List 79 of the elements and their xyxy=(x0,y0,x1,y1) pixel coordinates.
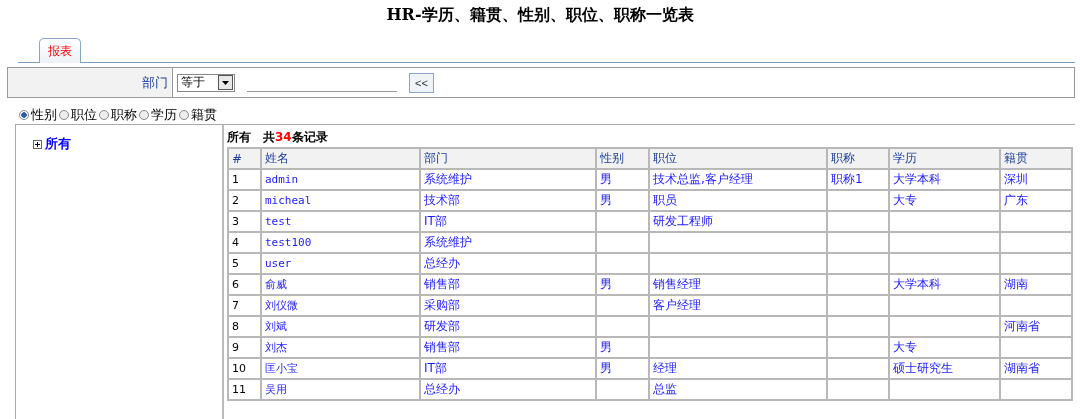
table-cell: 男 xyxy=(600,361,612,375)
table-cell: 匡小宝 xyxy=(265,362,298,375)
row-number: 3 xyxy=(232,215,239,228)
table-cell: 职称1 xyxy=(831,172,863,186)
collapse-button[interactable]: << xyxy=(409,72,434,93)
table-cell: 销售部 xyxy=(424,340,460,354)
table-cell: 刘仪微 xyxy=(265,299,298,312)
table-cell: 研发工程师 xyxy=(653,214,713,228)
table-cell: 河南省 xyxy=(1004,319,1040,333)
table-cell: 客户经理 xyxy=(653,298,701,312)
table-cell: 男 xyxy=(600,340,612,354)
row-number: 6 xyxy=(232,278,239,291)
column-header: 职位 xyxy=(649,148,827,169)
row-number: 5 xyxy=(232,257,239,270)
column-header: 性别 xyxy=(596,148,649,169)
table-cell: 大专 xyxy=(893,340,917,354)
table-cell: 职员 xyxy=(653,193,677,207)
table-cell: IT部 xyxy=(424,361,447,375)
group-radio[interactable]: 职称 xyxy=(99,105,137,124)
group-radio[interactable]: 籍贯 xyxy=(179,105,217,124)
table-cell: 系统维护 xyxy=(424,235,472,249)
table-cell: 大专 xyxy=(893,193,917,207)
row-number: 8 xyxy=(232,320,239,333)
table-cell: micheal xyxy=(265,194,312,207)
table-cell: 销售经理 xyxy=(653,277,701,291)
table-cell: 刘杰 xyxy=(265,341,287,354)
row-number: 10 xyxy=(232,362,246,375)
page-title: HR-学历、籍贯、性别、职位、职称一览表 xyxy=(385,4,695,26)
table-cell: 总经办 xyxy=(424,382,460,396)
table-cell: test xyxy=(265,215,292,228)
table-cell: 采购部 xyxy=(424,298,460,312)
table-cell: 总监 xyxy=(653,382,677,396)
group-radio[interactable]: 职位 xyxy=(59,105,97,124)
row-number: 9 xyxy=(232,341,239,354)
column-header: 籍贯 xyxy=(1000,148,1072,169)
column-header: 姓名 xyxy=(261,148,420,169)
operator-dropdown[interactable]: 等于 xyxy=(177,73,235,92)
caret-icon xyxy=(218,75,233,90)
table-cell: 总经办 xyxy=(424,256,460,270)
table-cell: 刘斌 xyxy=(265,320,287,333)
table-cell: 系统维护 xyxy=(424,172,472,186)
table-cell: 广东 xyxy=(1004,193,1028,207)
row-number: 2 xyxy=(232,194,239,207)
record-count: 共34条记录 xyxy=(263,129,328,146)
row-number: 11 xyxy=(232,383,246,396)
table-cell: 大学本科 xyxy=(893,277,941,291)
row-number: 7 xyxy=(232,299,239,312)
table-cell: 湖南 xyxy=(1004,277,1028,291)
table-cell: 俞威 xyxy=(265,278,287,291)
table-cell: 技术总监,客户经理 xyxy=(653,172,753,186)
table-cell: 男 xyxy=(600,277,612,291)
table-cell: 深圳 xyxy=(1004,172,1028,186)
column-header: # xyxy=(228,148,261,169)
column-header: 学历 xyxy=(889,148,1000,169)
table-cell: 研发部 xyxy=(424,319,460,333)
column-header: 部门 xyxy=(420,148,596,169)
table-cell: 湖南省 xyxy=(1004,361,1040,375)
column-header: 职称 xyxy=(827,148,889,169)
table-cell: user xyxy=(265,257,292,270)
table-cell: 经理 xyxy=(653,361,677,375)
table-cell: 硕士研究生 xyxy=(893,361,953,375)
table-cell: 男 xyxy=(600,193,612,207)
field-label: 部门 xyxy=(142,73,168,92)
table-cell: IT部 xyxy=(424,214,447,228)
table-cell: test100 xyxy=(265,236,312,249)
report-tab[interactable]: 报表 xyxy=(39,38,81,63)
row-number: 1 xyxy=(232,173,239,186)
table-cell: 男 xyxy=(600,172,612,186)
table-cell: 大学本科 xyxy=(893,172,941,186)
group-radio[interactable]: 学历 xyxy=(139,105,177,124)
table-cell: 技术部 xyxy=(424,193,460,207)
row-number: 4 xyxy=(232,236,239,249)
expand-icon[interactable] xyxy=(33,139,42,149)
table-cell: 销售部 xyxy=(424,277,460,291)
tree-item[interactable]: 所有 xyxy=(45,135,71,153)
table-cell: 吴用 xyxy=(265,383,287,396)
scope-label: 所有 xyxy=(227,129,251,146)
table-cell: admin xyxy=(265,173,299,186)
group-radio[interactable]: 性别 xyxy=(19,105,57,124)
